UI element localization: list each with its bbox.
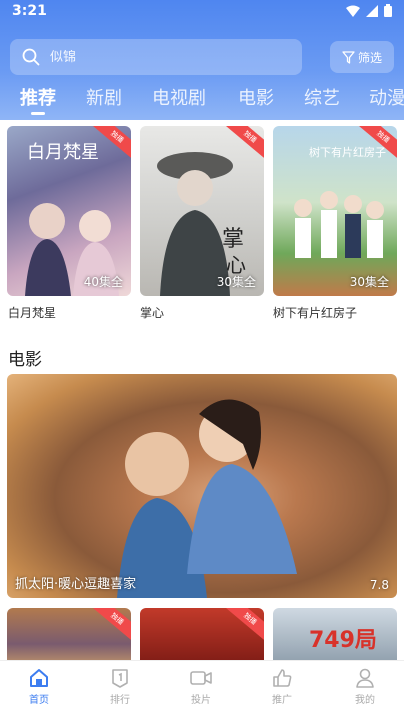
svg-text:掌: 掌	[222, 227, 244, 252]
status-time: 3:21	[12, 3, 47, 19]
tab-tv-series[interactable]: 电视剧	[152, 84, 206, 110]
series-title-3[interactable]: 树下有片红房子	[273, 304, 357, 321]
banner-caption: 抓太阳·暖心逗趣喜家	[15, 577, 137, 592]
series-title-2[interactable]: 掌心	[140, 304, 164, 321]
movie-banner[interactable]: 抓太阳·暖心逗趣喜家 7.8	[7, 374, 397, 598]
search-box[interactable]	[10, 39, 302, 75]
episode-count: 30集全	[216, 275, 256, 289]
filter-icon	[342, 50, 355, 64]
series-title-1[interactable]: 白月梵星	[8, 304, 56, 321]
series-poster-2[interactable]: 掌 心 独播 30集全	[140, 126, 264, 296]
poster-art: 树下有片红房子	[294, 145, 386, 258]
nav-profile-label: 我的	[355, 695, 375, 706]
movie-poster-1[interactable]: 独播	[7, 608, 131, 660]
nav-home-label: 首页	[29, 695, 49, 706]
tab-variety[interactable]: 综艺	[304, 84, 340, 110]
tab-movie[interactable]: 电影	[238, 84, 274, 110]
exclusive-badge: 独播	[224, 608, 264, 643]
movie-poster-2[interactable]: 独播	[140, 608, 264, 660]
filter-button[interactable]: 筛选	[330, 41, 394, 73]
series-poster-3[interactable]: 树下有片红房子 独播 30集全	[273, 126, 397, 296]
tab-new-drama[interactable]: 新剧	[86, 84, 122, 110]
filter-label: 筛选	[357, 50, 382, 65]
series-poster-1[interactable]: 白月梵星 独播 40集全	[7, 126, 131, 296]
episode-count: 40集全	[83, 275, 123, 289]
poster-art: 白月梵星	[25, 142, 119, 296]
rank-icon	[112, 669, 128, 688]
content-feed: 白月梵星 独播 40集全 白月梵星 掌 心 独播 30集全 掌心 树下有片红房子…	[0, 120, 404, 660]
tab-recommend[interactable]: 推荐	[20, 84, 56, 110]
tab-anime[interactable]: 动漫	[369, 84, 404, 110]
nav-promote-label: 推广	[272, 695, 292, 706]
svg-text:白月梵星: 白月梵星	[27, 142, 99, 163]
nav-video-label: 投片	[191, 695, 211, 706]
tab-indicator	[31, 112, 45, 115]
nav-profile[interactable]: 我的	[335, 667, 395, 706]
status-bar: 3:21	[0, 0, 404, 26]
nav-video[interactable]: 投片	[171, 667, 231, 706]
banner-art	[117, 399, 297, 598]
battery-icon	[384, 4, 392, 17]
video-icon	[190, 671, 212, 685]
poster-art: 掌 心	[157, 152, 246, 296]
search-icon	[22, 48, 40, 66]
status-icons	[346, 4, 392, 17]
nav-rank[interactable]: 排行	[90, 667, 150, 706]
category-tabs: 推荐 新剧 电视剧 电影 综艺 动漫	[0, 82, 404, 120]
user-icon	[356, 668, 374, 688]
section-title-movies: 电影	[8, 350, 42, 370]
nav-rank-label: 排行	[110, 695, 130, 706]
svg-text:树下有片红房子: 树下有片红房子	[309, 145, 386, 159]
movie-poster-3[interactable]: 749局	[273, 608, 397, 660]
header: 3:21 筛选 推荐 新剧 电视剧 电影 综艺 动漫	[0, 0, 404, 120]
nav-home[interactable]: 首页	[9, 667, 69, 706]
wifi-icon	[346, 5, 360, 17]
thumb-up-icon	[273, 669, 292, 687]
home-icon	[30, 669, 48, 687]
nav-promote[interactable]: 推广	[252, 667, 312, 706]
episode-count: 30集全	[349, 275, 389, 289]
poster-title-art: 749局	[309, 628, 377, 653]
bottom-nav: 首页 排行 投片 推广 我的	[0, 660, 404, 711]
banner-score: 7.8	[369, 578, 389, 592]
exclusive-badge: 独播	[91, 608, 131, 643]
signal-icon	[366, 4, 378, 17]
search-input[interactable]	[50, 49, 270, 65]
